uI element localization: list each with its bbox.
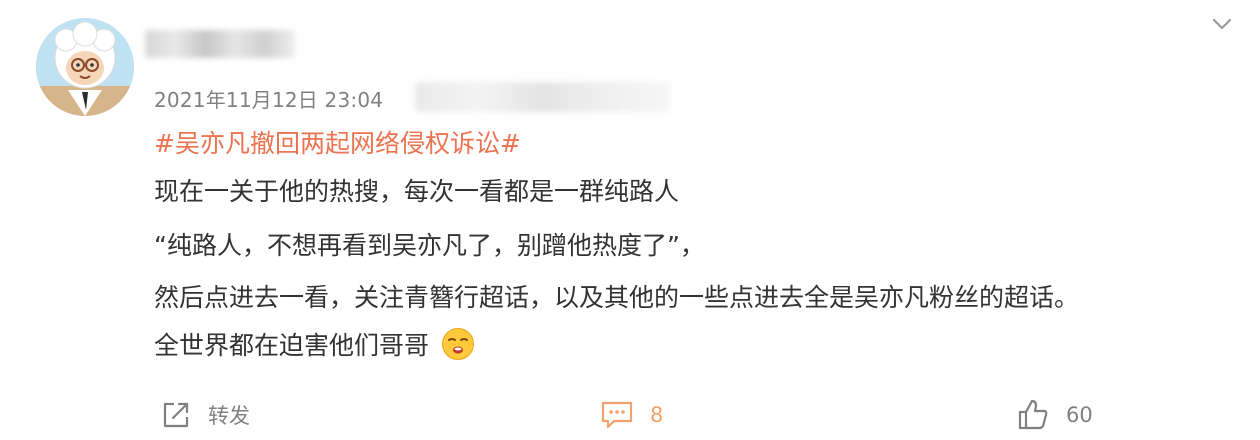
hashtag-link[interactable]: #吴亦凡撤回两起网络侵权诉讼# — [154, 124, 521, 160]
like-button[interactable]: 60 — [1016, 398, 1093, 432]
post-text-line-1: 现在一关于他的热搜，每次一看都是一群纯路人 — [154, 177, 680, 206]
smirk-emoji-icon — [441, 328, 474, 360]
comment-icon — [601, 401, 633, 429]
avatar-image — [36, 18, 134, 116]
post-timestamp[interactable]: 2021年11月12日 23:04 — [154, 84, 383, 113]
like-count: 60 — [1066, 403, 1093, 427]
repost-icon — [163, 402, 189, 428]
post-text-line-4-text: 全世界都在迫害他们哥哥 — [154, 331, 430, 360]
post-source-redacted — [415, 82, 670, 112]
avatar[interactable] — [36, 18, 134, 116]
post-text-line-2: “纯路人，不想再看到吴亦凡了，别蹭他热度了”， — [154, 231, 705, 260]
thumbs-up-icon — [1018, 399, 1048, 430]
repost-button[interactable]: 转发 — [160, 398, 250, 432]
comment-count: 8 — [650, 403, 664, 427]
post-text-line-3: 然后点进去一看，关注青簪行超话，以及其他的一些点进去全是吴亦凡粉丝的超话。 — [154, 283, 1080, 312]
post-text-line-4: 全世界都在迫害他们哥哥 — [154, 326, 475, 362]
username-redacted — [145, 30, 295, 58]
chevron-down-icon[interactable] — [1210, 12, 1234, 36]
comment-button[interactable]: 8 — [600, 398, 663, 432]
repost-label: 转发 — [208, 404, 250, 428]
